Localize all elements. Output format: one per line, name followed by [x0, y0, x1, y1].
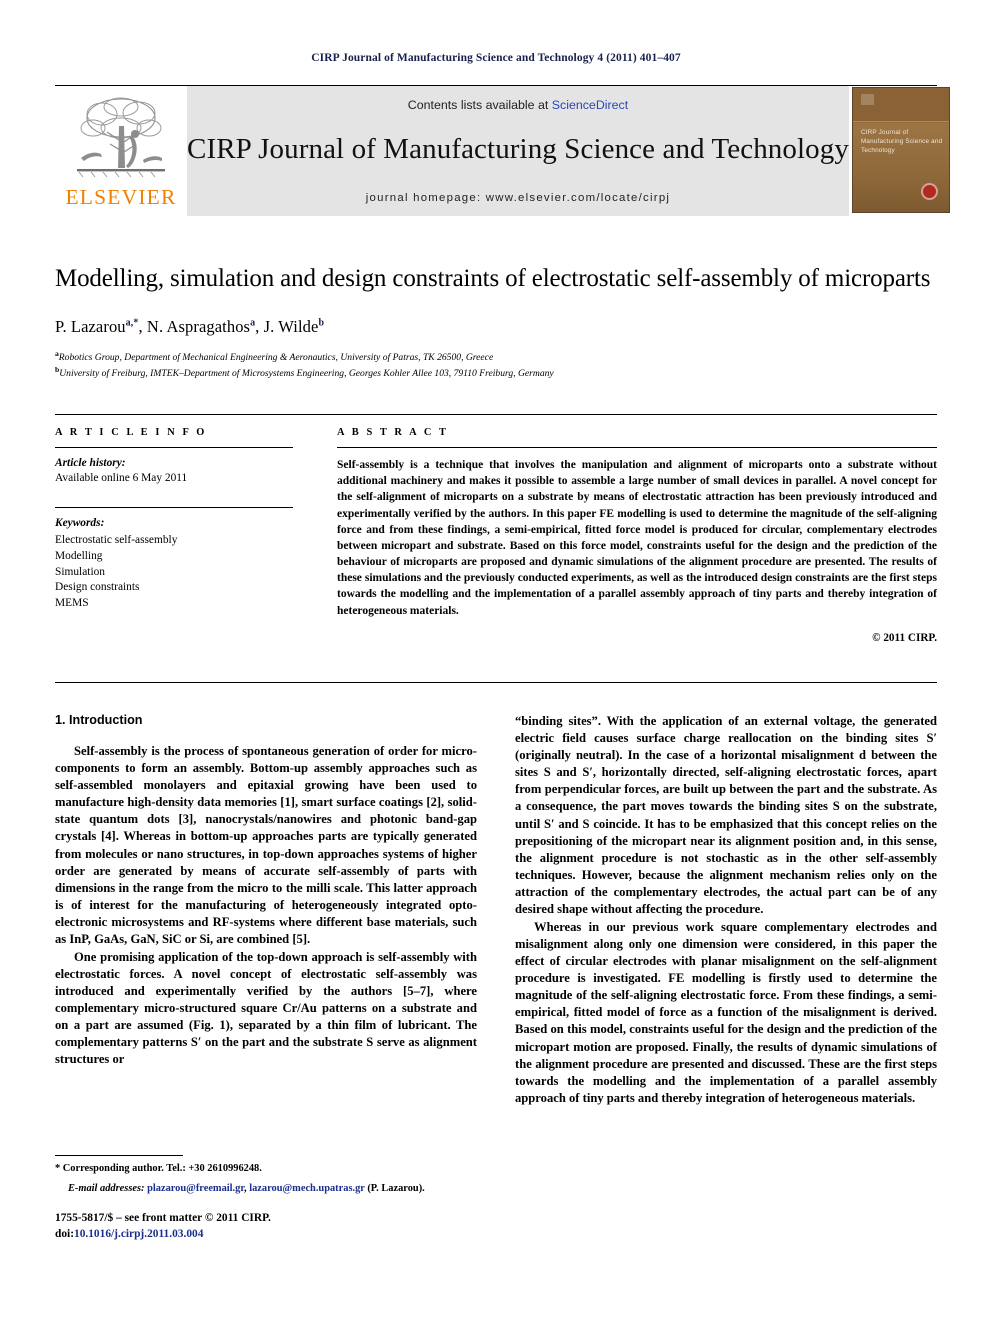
section-title-introduction: 1. Introduction	[55, 712, 143, 727]
cover-mini-image	[860, 94, 874, 105]
cover-card: CIRP Journal of Manufacturing Science an…	[852, 88, 949, 212]
article-history-value: Available online 6 May 2011	[55, 472, 188, 485]
keywords-block: Keywords: Electrostatic self-assembly Mo…	[55, 516, 293, 612]
title-block: Modelling, simulation and design constra…	[55, 263, 937, 381]
asterisk-icon: *	[55, 1163, 63, 1174]
doi-line: doi:10.1016/j.cirpj.2011.03.004	[55, 1226, 271, 1242]
page-title: Modelling, simulation and design constra…	[55, 265, 931, 292]
affiliation-b: bUniversity of Freiburg, IMTEK–Departmen…	[55, 365, 937, 381]
paragraph: One promising application of the top-dow…	[55, 949, 477, 1067]
affiliation-a: aRobotics Group, Department of Mechanica…	[55, 349, 937, 365]
cover-title-text: CIRP Journal of Manufacturing Science an…	[860, 128, 943, 154]
email-label: E-mail addresses:	[68, 1183, 145, 1195]
paragraph: Self-assembly is the process of spontane…	[55, 743, 477, 947]
masthead-center: Contents lists available at ScienceDirec…	[187, 86, 849, 216]
article-page: CIRP Journal of Manufacturing Science an…	[0, 0, 992, 1323]
author-sep: ,	[138, 316, 147, 336]
info-abstract-row: A R T I C L E I N F O Article history: A…	[55, 414, 937, 644]
journal-cover-thumbnail: CIRP Journal of Manufacturing Science an…	[848, 86, 953, 216]
article-history: Article history: Available online 6 May …	[55, 456, 293, 487]
keyword-item: Modelling	[55, 549, 103, 562]
affiliations: aRobotics Group, Department of Mechanica…	[55, 349, 937, 382]
cirp-logo-icon	[920, 183, 938, 200]
abstract-copyright: © 2011 CIRP.	[872, 631, 937, 644]
author-sep: ,	[255, 316, 264, 336]
abstract-column: A B S T R A C T Self-assembly is a techn…	[337, 415, 937, 644]
divider	[337, 447, 937, 449]
journal-homepage-link[interactable]: journal homepage: www.elsevier.com/locat…	[366, 192, 670, 204]
cover-divider	[852, 121, 949, 123]
sciencedirect-link[interactable]: ScienceDirect	[552, 98, 628, 112]
doi-label: doi:	[55, 1228, 74, 1241]
elsevier-wordmark: ELSEVIER	[65, 185, 177, 209]
author-name: P. Lazarou	[55, 316, 126, 336]
keyword-item: Design constraints	[55, 581, 140, 594]
journal-title: CIRP Journal of Manufacturing Science an…	[187, 133, 849, 165]
body-column-right: “binding sites”. With the application of…	[515, 713, 937, 1153]
email-note: E-mail addresses: plazarou@freemail.gr, …	[55, 1181, 475, 1196]
author-mark: b	[318, 317, 325, 328]
divider	[55, 506, 293, 508]
corresponding-author-text: Corresponding author. Tel.: +30 26109962…	[62, 1163, 262, 1174]
doi-link[interactable]: 10.1016/j.cirpj.2011.03.004	[74, 1228, 203, 1240]
affiliation-text: Robotics Group, Department of Mechanical…	[58, 351, 494, 363]
divider	[55, 447, 293, 449]
journal-masthead: ELSEVIER Contents lists available at Sci…	[55, 85, 953, 216]
page-footer: 1755-5817/$ – see front matter © 2011 CI…	[55, 1210, 271, 1242]
keyword-item: Electrostatic self-assembly	[55, 534, 178, 547]
article-info-heading: A R T I C L E I N F O	[55, 427, 207, 439]
paragraph: Whereas in our previous work square comp…	[515, 919, 937, 1106]
keyword-item: Simulation	[55, 565, 105, 578]
paragraph: “binding sites”. With the application of…	[515, 713, 937, 917]
author-list: P. Lazaroua,*, N. Aspragathosa, J. Wilde…	[55, 317, 937, 337]
article-info-column: A R T I C L E I N F O Article history: A…	[55, 415, 293, 644]
corresponding-author-note: * Corresponding author. Tel.: +30 261099…	[55, 1161, 475, 1176]
footnote-block: * Corresponding author. Tel.: +30 261099…	[55, 1155, 475, 1196]
elsevier-tree-icon	[69, 92, 173, 184]
email-link-2[interactable]: lazarou@mech.upatras.gr	[249, 1183, 365, 1194]
email-link-1[interactable]: plazarou@freemail.gr	[147, 1183, 244, 1194]
body-column-left: 1. Introduction Self-assembly is the pro…	[55, 713, 477, 1153]
contents-available-line: Contents lists available at ScienceDirec…	[408, 98, 628, 112]
footnote-rule	[55, 1155, 183, 1156]
running-head: CIRP Journal of Manufacturing Science an…	[311, 52, 681, 64]
author-mark: a,*	[125, 317, 139, 328]
contents-prefix: Contents lists available at	[407, 98, 552, 112]
elsevier-logo: ELSEVIER	[55, 86, 187, 216]
author-name: N. Aspragathos	[146, 316, 251, 336]
abstract-heading: A B S T R A C T	[337, 427, 449, 439]
author-name: J. Wilde	[263, 316, 319, 336]
front-matter-line: 1755-5817/$ – see front matter © 2011 CI…	[55, 1212, 271, 1224]
affiliation-text: University of Freiburg, IMTEK–Department…	[59, 368, 554, 380]
body-columns: 1. Introduction Self-assembly is the pro…	[55, 681, 937, 1153]
keywords-label: Keywords:	[55, 516, 105, 529]
article-history-label: Article history:	[55, 457, 126, 470]
email-suffix: (P. Lazarou).	[364, 1183, 425, 1195]
keyword-item: MEMS	[55, 596, 89, 609]
keywords-list: Electrostatic self-assembly Modelling Si…	[55, 533, 293, 611]
abstract-text: Self-assembly is a technique that involv…	[337, 459, 937, 617]
